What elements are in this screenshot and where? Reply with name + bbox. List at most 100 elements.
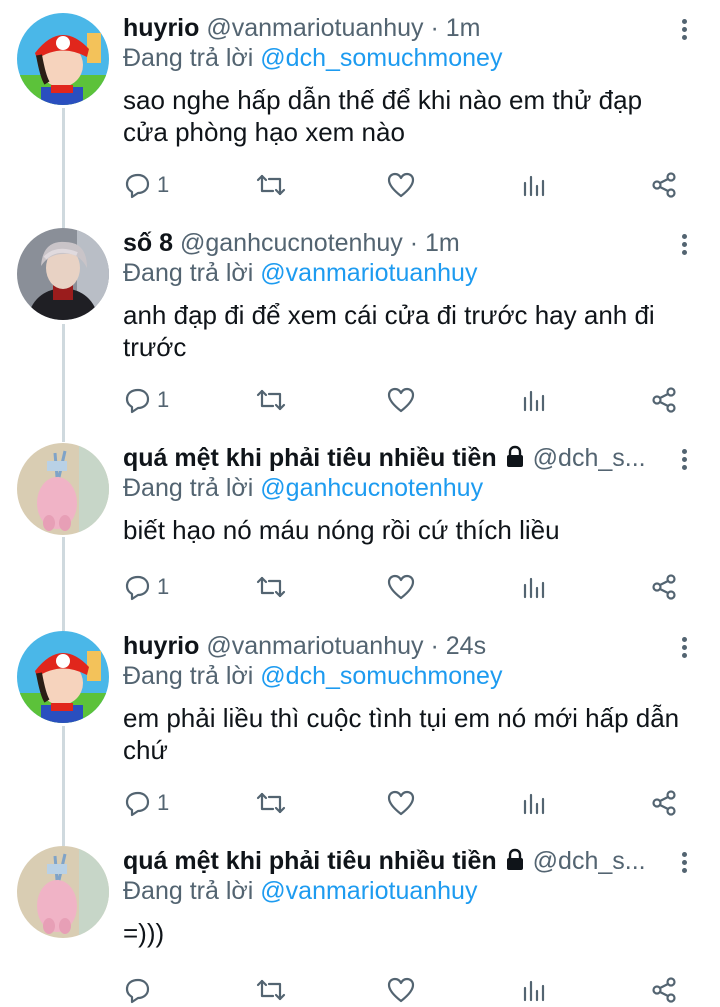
share-button[interactable]	[650, 572, 678, 602]
lock-icon	[506, 848, 523, 870]
retweet-icon	[256, 792, 286, 814]
reply-icon	[125, 388, 150, 414]
reply-count: 1	[157, 790, 170, 815]
share-button[interactable]	[650, 975, 678, 1005]
tweet[interactable]: quá mệt khi phải tiêu nhiều tiền @dch_s..…	[0, 430, 720, 618]
display-name[interactable]: quá mệt khi phải tiêu nhiều tiền	[123, 847, 497, 875]
avatar[interactable]	[17, 228, 109, 320]
views-button[interactable]	[520, 788, 548, 818]
user-handle[interactable]: @vanmariotuanhuy	[206, 14, 423, 42]
tweet-text: em phải liều thì cuộc tình tụi em nó mới…	[123, 703, 680, 765]
replying-to-link[interactable]: @vanmariotuanhuy	[260, 259, 477, 287]
like-button[interactable]	[387, 975, 415, 1005]
display-name[interactable]: huyrio	[123, 14, 199, 42]
pink-bunny-avatar-icon	[17, 443, 109, 535]
reply-icon	[125, 173, 150, 199]
avatar[interactable]	[17, 631, 109, 723]
action-bar: 1	[123, 385, 693, 415]
avatar[interactable]	[17, 13, 109, 105]
action-bar: 1	[123, 170, 693, 200]
like-icon	[387, 977, 415, 1003]
replying-to-link[interactable]: @vanmariotuanhuy	[260, 877, 477, 905]
mario-hat-avatar-icon	[17, 631, 109, 723]
share-button[interactable]	[650, 170, 678, 200]
views-button[interactable]	[520, 385, 548, 415]
like-button[interactable]	[387, 385, 415, 415]
pink-bunny-avatar-icon	[17, 846, 109, 938]
reply-count: 1	[157, 574, 170, 599]
timestamp[interactable]: 1m	[446, 14, 481, 42]
reply-button[interactable]: 1	[123, 788, 169, 818]
tweet-text: anh đạp đi để xem cái cửa đi trước hay a…	[123, 300, 655, 362]
retweet-button[interactable]	[255, 170, 287, 200]
tweet[interactable]: số 8 @ganhcucnotenhuy · 1m Đang trả lời …	[0, 215, 720, 430]
share-button[interactable]	[650, 788, 678, 818]
like-icon	[387, 574, 415, 600]
reply-button[interactable]: 1	[123, 170, 169, 200]
like-button[interactable]	[387, 572, 415, 602]
separator-dot: ·	[409, 229, 419, 257]
views-icon	[523, 793, 545, 815]
share-icon	[652, 790, 676, 816]
more-icon[interactable]	[674, 634, 694, 664]
tweet[interactable]: huyrio @vanmariotuanhuy · 24s Đang trả l…	[0, 618, 720, 833]
display-name[interactable]: số 8	[123, 229, 173, 257]
separator-dot: ·	[430, 14, 439, 42]
retweet-button[interactable]	[255, 788, 287, 818]
share-icon	[652, 574, 676, 600]
replying-to-link[interactable]: @dch_somuchmoney	[260, 662, 502, 690]
reply-button[interactable]: 1	[123, 572, 169, 602]
reply-button[interactable]: 1	[123, 385, 169, 415]
retweet-icon	[256, 174, 286, 196]
retweet-button[interactable]	[255, 975, 287, 1005]
tweet[interactable]: quá mệt khi phải tiêu nhiều tiền @dch_s..…	[0, 833, 720, 1007]
reply-count: 1	[157, 387, 170, 412]
avatar[interactable]	[17, 443, 109, 535]
user-handle[interactable]: @dch_s...	[533, 847, 646, 875]
timestamp[interactable]: 24s	[446, 632, 486, 660]
avatar[interactable]	[17, 846, 109, 938]
views-button[interactable]	[520, 975, 548, 1005]
share-icon	[652, 172, 676, 198]
more-icon[interactable]	[674, 16, 694, 46]
share-icon	[652, 387, 676, 413]
display-name[interactable]: huyrio	[123, 632, 199, 660]
replying-to-link[interactable]: @dch_somuchmoney	[260, 44, 502, 72]
reply-icon	[125, 791, 150, 817]
replying-to-link[interactable]: @ganhcucnotenhuy	[260, 474, 483, 502]
timestamp[interactable]: 1m	[425, 229, 460, 257]
tweet[interactable]: huyrio @vanmariotuanhuy · 1m Đang trả lờ…	[0, 0, 720, 215]
replying-label: Đang trả lời	[123, 877, 254, 905]
replying-label: Đang trả lời	[123, 662, 254, 690]
views-button[interactable]	[520, 170, 548, 200]
share-icon	[652, 977, 676, 1003]
views-icon	[523, 577, 545, 599]
retweet-button[interactable]	[255, 385, 287, 415]
like-icon	[387, 790, 415, 816]
more-icon[interactable]	[674, 446, 694, 476]
like-button[interactable]	[387, 170, 415, 200]
retweet-button[interactable]	[255, 572, 287, 602]
more-icon[interactable]	[674, 231, 694, 261]
views-button[interactable]	[520, 572, 548, 602]
like-icon	[387, 172, 415, 198]
action-bar	[123, 975, 693, 1005]
views-icon	[523, 390, 545, 412]
reply-button[interactable]	[123, 975, 157, 1005]
user-handle[interactable]: @ganhcucnotenhuy	[180, 229, 403, 257]
replying-label: Đang trả lời	[123, 259, 254, 287]
like-icon	[387, 387, 415, 413]
like-button[interactable]	[387, 788, 415, 818]
user-handle[interactable]: @dch_s...	[533, 444, 646, 472]
views-icon	[523, 980, 545, 1002]
action-bar: 1	[123, 572, 693, 602]
replying-label: Đang trả lời	[123, 474, 254, 502]
retweet-icon	[256, 576, 286, 598]
lock-icon	[506, 445, 523, 467]
display-name[interactable]: quá mệt khi phải tiêu nhiều tiền	[123, 444, 497, 472]
mario-hat-avatar-icon	[17, 13, 109, 105]
user-handle[interactable]: @vanmariotuanhuy	[206, 632, 423, 660]
more-icon[interactable]	[674, 849, 694, 879]
action-bar: 1	[123, 788, 693, 818]
share-button[interactable]	[650, 385, 678, 415]
